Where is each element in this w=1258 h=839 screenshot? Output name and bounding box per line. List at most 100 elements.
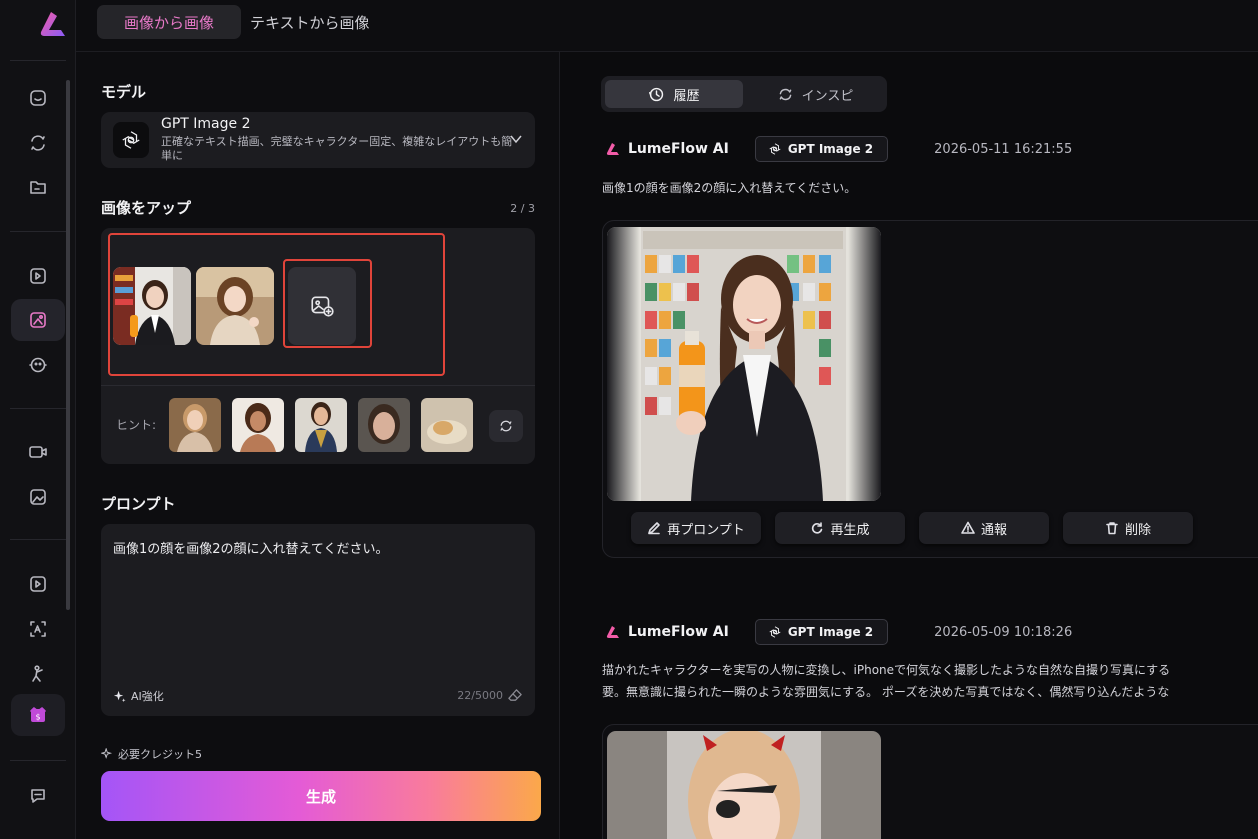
refresh-icon: [812, 522, 823, 534]
model-heading: モデル: [101, 83, 147, 101]
photo-enhance-icon[interactable]: [24, 483, 52, 511]
entry-prompt-line: 要。無意識に撮られた一瞬のような雰囲気にする。 ポーズを決めた写真ではなく、偶然…: [602, 685, 1170, 699]
report-label: 通報: [980, 522, 1007, 538]
hint-label: ヒント:: [116, 418, 157, 432]
openai-icon: [113, 122, 149, 158]
rail-divider: [10, 539, 66, 540]
brand: LumeFlow AI: [605, 141, 729, 157]
generate-button[interactable]: 生成: [101, 771, 541, 821]
upload-area[interactable]: ヒント:: [101, 228, 535, 464]
rail-scrollbar[interactable]: [66, 80, 70, 610]
tab-history[interactable]: 履歴: [605, 80, 743, 108]
timestamp: 2026-05-11 16:21:55: [934, 141, 1073, 157]
person-dance-icon[interactable]: [24, 660, 52, 688]
entry-prompt-line: 描かれたキャラクターを実写の人物に変換し、iPhoneで何気なく撮影したような自…: [602, 663, 1171, 677]
regenerate-button[interactable]: 再生成: [775, 512, 905, 544]
app-logo-icon[interactable]: [37, 10, 69, 38]
reprompt-label: 再プロンプト: [667, 522, 745, 538]
eraser-icon[interactable]: [508, 688, 523, 703]
tab-text-to-image[interactable]: テキストから画像: [250, 5, 370, 39]
rail-divider: [10, 231, 66, 232]
tab-history-label: 履歴: [673, 88, 700, 104]
svg-text:$: $: [35, 713, 40, 722]
result-image[interactable]: [607, 227, 881, 501]
hint-image-1[interactable]: [169, 398, 221, 452]
face-icon[interactable]: [24, 351, 52, 379]
history-tabs: 履歴 インスピ: [601, 76, 887, 112]
entry-header: LumeFlow AI GPT Image 2 2026-05-11 16:21…: [605, 136, 1072, 162]
add-image-button[interactable]: [288, 267, 356, 345]
model-badge: GPT Image 2: [754, 619, 889, 645]
chevron-down-icon[interactable]: [509, 132, 523, 146]
brand-logo-icon: [606, 626, 619, 638]
warning-icon: [961, 521, 975, 534]
timestamp: 2026-05-09 10:18:26: [934, 624, 1073, 640]
char-count-text: 22/5000: [457, 689, 503, 702]
tab-image-to-image[interactable]: 画像から画像: [97, 5, 241, 39]
swap-icon[interactable]: [24, 129, 52, 157]
hint-image-4[interactable]: [358, 398, 410, 452]
brand: LumeFlow AI: [605, 624, 729, 640]
shop-icon[interactable]: $: [24, 701, 52, 729]
ai-enhance-button[interactable]: AI強化: [113, 688, 164, 704]
refresh-hints-button[interactable]: [489, 410, 523, 442]
prompt-text[interactable]: 画像1の顔を画像2の顔に入れ替えてください。: [113, 538, 389, 557]
regenerate-label: 再生成: [830, 522, 870, 538]
hint-image-3[interactable]: [295, 398, 347, 452]
model-selector[interactable]: GPT Image 2 正確なテキスト描画、完璧なキャラクター固定、複雑なレイア…: [101, 112, 535, 168]
model-badge-label: GPT Image 2: [787, 142, 874, 156]
edit-icon: [648, 522, 660, 535]
video-settings-icon[interactable]: [24, 570, 52, 598]
brand-name: LumeFlow AI: [628, 141, 729, 157]
trash-icon: [1106, 522, 1118, 535]
icon-rail: $: [0, 0, 76, 839]
home-icon[interactable]: [24, 84, 52, 112]
upload-count: 2 / 3: [510, 202, 535, 215]
history-panel: 履歴 インスピ LumeFlow AI GPT Image 2 2026-05-…: [561, 52, 1258, 839]
folder-icon[interactable]: [24, 173, 52, 201]
rail-divider: [10, 408, 66, 409]
delete-label: 削除: [1124, 522, 1151, 538]
delete-button[interactable]: 削除: [1063, 512, 1193, 544]
result-card: 再プロンプト 再生成 通報 削除: [602, 220, 1258, 558]
credit-text: 必要クレジット5: [118, 748, 202, 761]
tab-inspiration[interactable]: インスピ: [747, 80, 883, 108]
refresh-icon: [500, 420, 512, 432]
brand-logo-icon: [606, 143, 619, 155]
ai-text-icon[interactable]: [24, 615, 52, 643]
upload-heading: 画像をアップ: [101, 199, 192, 217]
uploaded-image-2[interactable]: [196, 267, 274, 345]
uploaded-image-1[interactable]: [113, 267, 191, 345]
chat-icon[interactable]: [24, 782, 52, 810]
model-badge-label: GPT Image 2: [787, 625, 874, 639]
char-count: 22/5000: [457, 688, 523, 703]
top-bar: 画像から画像 テキストから画像: [76, 0, 1258, 52]
hint-image-2[interactable]: [232, 398, 284, 452]
credit-info: 必要クレジット5: [101, 746, 202, 762]
model-name: GPT Image 2: [161, 116, 251, 132]
result-card: [602, 724, 1258, 839]
entry-prompt: 画像1の顔を画像2の顔に入れ替えてください。: [602, 181, 857, 195]
ai-video-icon[interactable]: [24, 262, 52, 290]
history-icon: [649, 87, 664, 101]
result-image[interactable]: [607, 731, 881, 839]
prompt-input[interactable]: 画像1の顔を画像2の顔に入れ替えてください。 AI強化 22/5000: [101, 524, 535, 716]
entry-header: LumeFlow AI GPT Image 2 2026-05-09 10:18…: [605, 619, 1072, 645]
image-edit-icon[interactable]: [24, 306, 52, 334]
reprompt-button[interactable]: 再プロンプト: [631, 512, 761, 544]
openai-icon: [769, 143, 781, 155]
report-button[interactable]: 通報: [919, 512, 1049, 544]
settings-panel: モデル GPT Image 2 正確なテキスト描画、完璧なキャラクター固定、複雑…: [76, 52, 560, 839]
swap-icon: [779, 88, 791, 100]
hint-image-5[interactable]: [421, 398, 473, 452]
brand-name: LumeFlow AI: [628, 624, 729, 640]
video-icon[interactable]: [24, 438, 52, 466]
sparkle-icon: [113, 690, 126, 702]
ai-enhance-label: AI強化: [131, 690, 164, 703]
credit-icon: [101, 748, 113, 759]
rail-divider: [10, 60, 66, 61]
prompt-heading: プロンプト: [101, 495, 176, 513]
tab-inspiration-label: インスピ: [801, 88, 854, 104]
rail-divider: [10, 760, 66, 761]
model-badge: GPT Image 2: [754, 136, 889, 162]
